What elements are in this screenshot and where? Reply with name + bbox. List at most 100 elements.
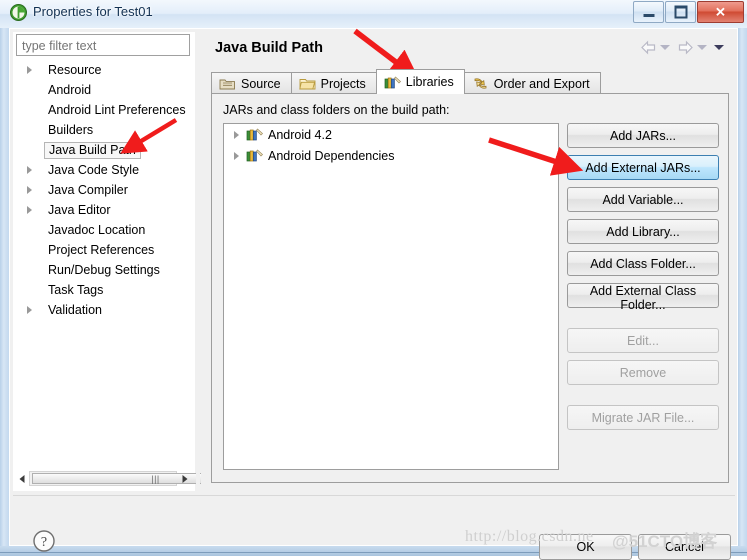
window-title: Properties for Test01 xyxy=(33,4,153,19)
settings-tree[interactable]: Resource Android Android Lint Preferences B… xyxy=(13,60,195,464)
sidebar-item-label: Java Compiler xyxy=(48,183,128,197)
button-group-gap xyxy=(567,315,719,328)
sidebar-item-resource[interactable]: Resource xyxy=(13,60,195,80)
sidebar-item-label: Run/Debug Settings xyxy=(48,263,160,277)
tab-label: Libraries xyxy=(405,75,454,89)
library-books-icon xyxy=(246,127,264,142)
minimize-icon xyxy=(643,14,654,18)
minimize-button[interactable] xyxy=(633,1,664,23)
libraries-tab-panel: JARs and class folders on the build path… xyxy=(211,93,729,483)
sidebar-item-label: Android xyxy=(48,83,92,97)
title-bar[interactable]: Properties for Test01 ✕ xyxy=(0,0,747,28)
scroll-left-arrow-icon[interactable] xyxy=(14,471,29,486)
build-path-tabs[interactable]: Source Projects Libraries Order and Export xyxy=(211,69,731,94)
watermark-brand: @51CTO博客 xyxy=(612,532,718,551)
maximize-icon xyxy=(674,5,687,19)
sidebar-item-label: Javadoc Location xyxy=(48,223,146,237)
jar-list-item-label: Android 4.2 xyxy=(268,127,332,142)
maximize-button[interactable] xyxy=(665,1,696,23)
sidebar-item-run-debug-settings[interactable]: Run/Debug Settings xyxy=(13,260,195,280)
button-group-gap xyxy=(567,392,719,405)
scroll-grip-icon: ||| xyxy=(151,473,160,484)
forward-arrow-icon[interactable] xyxy=(677,40,694,55)
window-frame-left xyxy=(0,0,9,556)
build-path-page: Java Build Path SourceProjectsLibrarie xyxy=(201,32,734,491)
sidebar-item-label: Java Build Path xyxy=(44,141,141,159)
expand-triangle-icon[interactable] xyxy=(27,186,32,194)
expand-triangle-icon[interactable] xyxy=(27,166,32,174)
sidebar-item-label: Project References xyxy=(48,243,155,257)
remove-button: Remove xyxy=(567,360,719,385)
add-class-folder-button[interactable]: Add Class Folder... xyxy=(567,251,719,276)
jar-list[interactable]: Android 4.2 Android Dependencies xyxy=(223,123,559,470)
sidebar-item-project-references[interactable]: Project References xyxy=(13,240,195,260)
sidebar-item-label: Android Lint Preferences xyxy=(48,103,186,117)
tab-label: Projects xyxy=(320,76,366,91)
back-arrow-icon[interactable] xyxy=(640,40,657,55)
expand-triangle-icon[interactable] xyxy=(27,206,32,214)
add-jars-button[interactable]: Add JARs... xyxy=(567,123,719,148)
sidebar-item-task-tags[interactable]: Task Tags xyxy=(13,280,195,300)
eclipse-properties-icon xyxy=(10,4,27,21)
sidebar-item-java-code-style[interactable]: Java Code Style xyxy=(13,160,195,180)
sidebar-item-builders[interactable]: Builders xyxy=(13,120,195,140)
tab-libraries[interactable]: Libraries xyxy=(375,69,465,94)
forward-menu-chevron-down-icon[interactable] xyxy=(697,45,707,50)
sidebar-item-android[interactable]: Android xyxy=(13,80,195,100)
jar-list-item[interactable]: Android Dependencies xyxy=(224,145,558,166)
sidebar-item-label: Java Editor xyxy=(48,203,111,217)
expand-triangle-icon[interactable] xyxy=(234,152,239,160)
footer-separator xyxy=(13,495,735,496)
jar-list-item-label: Android Dependencies xyxy=(268,148,395,163)
scroll-track[interactable]: ||| xyxy=(29,471,279,486)
sidebar-item-java-editor[interactable]: Java Editor xyxy=(13,200,195,220)
sidebar-item-javadoc-location[interactable]: Javadoc Location xyxy=(13,220,195,240)
tab-label: Order and Export xyxy=(493,76,590,91)
projects-folder-icon xyxy=(298,76,316,91)
add-external-class-folder-button[interactable]: Add External Class Folder... xyxy=(567,283,719,312)
tree-horizontal-scrollbar[interactable]: ||| xyxy=(14,470,279,487)
sidebar-item-label: Task Tags xyxy=(48,283,104,297)
add-library-button[interactable]: Add Library... xyxy=(567,219,719,244)
libraries-books-icon xyxy=(384,75,401,90)
sidebar-item-android-lint-preferences[interactable]: Android Lint Preferences xyxy=(13,100,195,120)
sidebar-item-java-compiler[interactable]: Java Compiler xyxy=(13,180,195,200)
jar-list-item[interactable]: Android 4.2 xyxy=(224,124,558,145)
tab-order-and-export[interactable]: Order and Export xyxy=(463,72,601,94)
tab-label: Source xyxy=(241,76,281,91)
sidebar-item-label: Java Code Style xyxy=(48,163,140,177)
add-variable-button[interactable]: Add Variable... xyxy=(567,187,719,212)
scroll-right-arrow-icon[interactable] xyxy=(177,471,192,486)
dialog-client-area: Resource Android Android Lint Preferences B… xyxy=(9,28,738,560)
migrate-jar-file-button: Migrate JAR File... xyxy=(567,405,719,430)
page-navigation xyxy=(640,40,728,55)
close-button[interactable]: ✕ xyxy=(697,1,744,23)
expand-triangle-icon[interactable] xyxy=(27,306,32,314)
back-menu-chevron-down-icon[interactable] xyxy=(660,45,670,50)
library-books-icon xyxy=(246,148,264,163)
window-controls: ✕ xyxy=(632,1,744,23)
sidebar-item-label: Builders xyxy=(48,123,94,137)
order-export-icon xyxy=(472,76,489,91)
properties-dialog-window: Properties for Test01 ✕ Resource Android A… xyxy=(0,0,747,560)
add-external-jars-button[interactable]: Add External JARs... xyxy=(567,155,719,180)
sidebar-item-java-build-path[interactable]: Java Build Path xyxy=(13,140,195,160)
tab-source[interactable]: Source xyxy=(211,72,292,94)
panel-splitter[interactable] xyxy=(196,32,200,491)
sidebar-item-label: Resource xyxy=(48,63,102,77)
svg-text:?: ? xyxy=(41,535,47,550)
sidebar-item-validation[interactable]: Validation xyxy=(13,300,195,320)
filter-input[interactable] xyxy=(16,34,190,56)
expand-triangle-icon[interactable] xyxy=(27,66,32,74)
close-icon: ✕ xyxy=(715,4,726,20)
help-question-icon[interactable]: ? xyxy=(32,529,56,553)
settings-tree-panel: Resource Android Android Lint Preferences B… xyxy=(13,32,279,491)
window-frame-right xyxy=(738,0,747,556)
page-menu-chevron-down-icon[interactable] xyxy=(714,45,724,50)
expand-triangle-icon[interactable] xyxy=(234,131,239,139)
edit-button: Edit... xyxy=(567,328,719,353)
sidebar-item-label: Validation xyxy=(48,303,102,317)
tab-projects[interactable]: Projects xyxy=(290,72,377,94)
page-title: Java Build Path xyxy=(215,40,323,56)
library-action-buttons: Add JARs... Add External JARs... Add Varia… xyxy=(567,123,719,437)
